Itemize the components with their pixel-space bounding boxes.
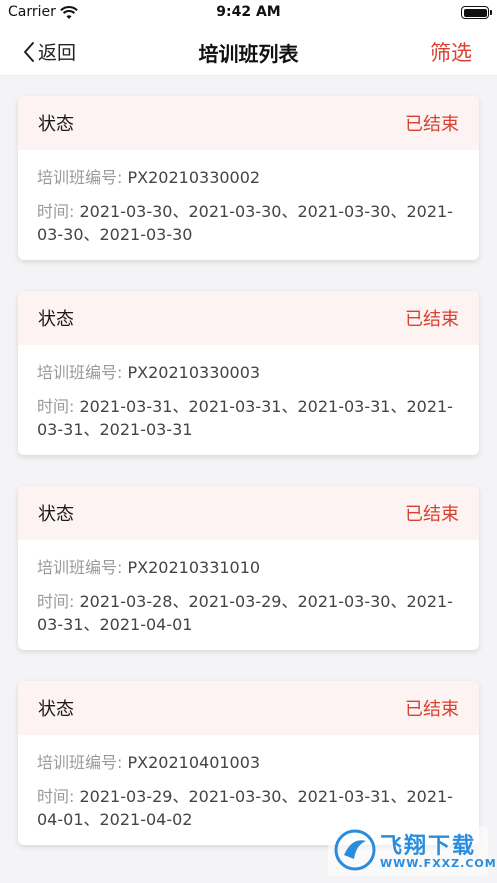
- list-item[interactable]: 状态 已结束 培训班编号: PX20210330003 时间: 2021-03-…: [18, 291, 479, 455]
- status-bar: Carrier 9:42 AM: [0, 0, 497, 26]
- filter-button[interactable]: 筛选: [430, 37, 472, 67]
- class-code-label: 培训班编号:: [37, 558, 123, 577]
- watermark-text: 飞翔下载: [380, 834, 477, 859]
- watermark-url: WWW.FXXZ.COM: [380, 857, 497, 870]
- list-item[interactable]: 状态 已结束 培训班编号: PX20210331010 时间: 2021-03-…: [18, 486, 479, 650]
- time-row: 时间: 2021-03-28、2021-03-29、2021-03-30、202…: [37, 590, 461, 636]
- card-header: 状态 已结束: [18, 681, 479, 735]
- class-code-label: 培训班编号:: [37, 168, 123, 187]
- clock: 9:42 AM: [216, 4, 281, 20]
- time-row: 时间: 2021-03-29、2021-03-30、2021-03-31、202…: [37, 785, 461, 831]
- class-code: PX20210330002: [127, 168, 261, 187]
- time-label: 时间:: [37, 397, 75, 416]
- status-label: 状态: [38, 309, 74, 330]
- class-code-row: 培训班编号: PX20210401003: [37, 751, 461, 774]
- page-title: 培训班列表: [198, 42, 299, 66]
- time-label: 时间:: [37, 592, 75, 611]
- list-item[interactable]: 状态 已结束 培训班编号: PX20210330002 时间: 2021-03-…: [18, 96, 479, 260]
- class-code-label: 培训班编号:: [37, 363, 123, 382]
- watermark: 飞翔下载 WWW.FXXZ.COM: [328, 826, 496, 876]
- time-value: 2021-03-31、2021-03-31、2021-03-31、2021-03…: [37, 397, 453, 439]
- navigation-bar: 返回 培训班列表 筛选: [0, 26, 497, 76]
- time-row: 时间: 2021-03-31、2021-03-31、2021-03-31、202…: [37, 395, 461, 441]
- class-code: PX20210330003: [127, 363, 261, 382]
- time-value: 2021-03-28、2021-03-29、2021-03-30、2021-03…: [37, 592, 453, 634]
- time-row: 时间: 2021-03-30、2021-03-30、2021-03-30、202…: [37, 200, 461, 246]
- time-value: 2021-03-29、2021-03-30、2021-03-31、2021-04…: [37, 787, 453, 829]
- battery-icon: [461, 6, 492, 19]
- list-item[interactable]: 状态 已结束 培训班编号: PX20210401003 时间: 2021-03-…: [18, 681, 479, 845]
- time-label: 时间:: [37, 787, 75, 806]
- card-header: 状态 已结束: [18, 96, 479, 150]
- card-header: 状态 已结束: [18, 486, 479, 540]
- time-label: 时间:: [37, 202, 75, 221]
- class-code-row: 培训班编号: PX20210331010: [37, 556, 461, 579]
- status-badge: 已结束: [405, 699, 459, 720]
- training-class-list: 状态 已结束 培训班编号: PX20210330002 时间: 2021-03-…: [18, 96, 479, 876]
- status-badge: 已结束: [405, 114, 459, 135]
- status-label: 状态: [38, 114, 74, 135]
- class-code-label: 培训班编号:: [37, 753, 123, 772]
- status-label: 状态: [38, 504, 74, 525]
- class-code-row: 培训班编号: PX20210330002: [37, 166, 461, 189]
- class-code: PX20210331010: [127, 558, 261, 577]
- status-badge: 已结束: [405, 309, 459, 330]
- class-code: PX20210401003: [127, 753, 261, 772]
- card-header: 状态 已结束: [18, 291, 479, 345]
- status-label: 状态: [38, 699, 74, 720]
- time-value: 2021-03-30、2021-03-30、2021-03-30、2021-03…: [37, 202, 453, 244]
- status-badge: 已结束: [405, 504, 459, 525]
- class-code-row: 培训班编号: PX20210330003: [37, 361, 461, 384]
- watermark-logo-icon: [334, 829, 376, 875]
